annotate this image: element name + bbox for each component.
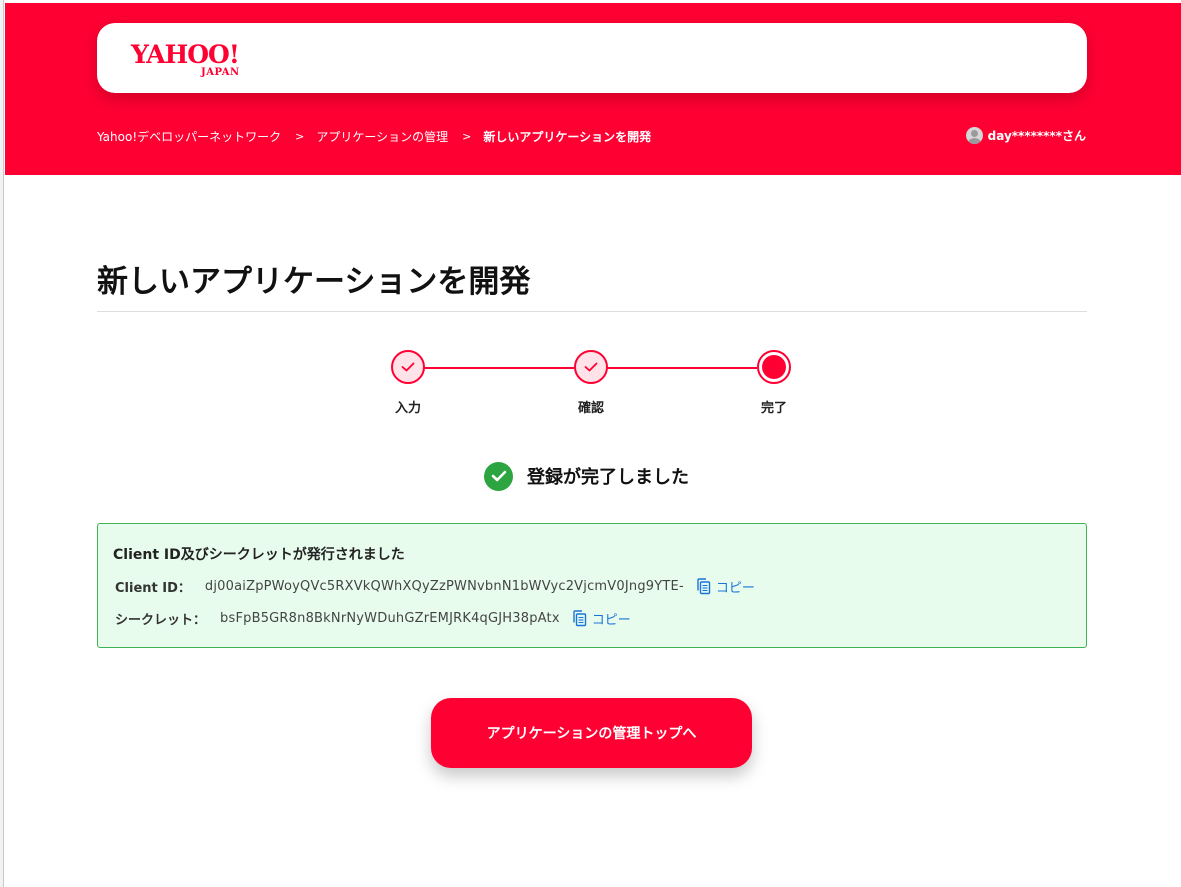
copy-icon (573, 609, 586, 626)
logo-card: YAHOO! JAPAN (97, 23, 1087, 93)
copy-icon (697, 577, 711, 594)
copy-secret-label: コピー (591, 612, 631, 628)
step-connector (607, 367, 757, 369)
breadcrumb-item-current: 新しいアプリケーションを開発 (483, 129, 652, 144)
logo-subtext: JAPAN (201, 67, 240, 78)
step-label-complete: 完了 (760, 401, 787, 416)
breadcrumb-item-app-management[interactable]: アプリケーションの管理 (316, 128, 448, 145)
user-name: day********さん (987, 128, 1086, 143)
breadcrumb: Yahoo!デベロッパーネットワーク > アプリケーションの管理 > 新しいアプ… (97, 126, 651, 146)
client-id-label: Client ID： (115, 580, 191, 596)
completion-message: 登録が完了しました (484, 461, 689, 491)
breadcrumb-separator-icon: > (295, 129, 305, 143)
client-id-value[interactable]: dj00aiZpPWoyQVc5RXVkQWhXQyZzPWNvbnN1bWVy… (205, 579, 684, 594)
secret-label: シークレット： (115, 612, 207, 628)
title-divider (97, 311, 1087, 312)
step-label-confirm: 確認 (577, 401, 604, 416)
logo-wordmark: YAHOO! (131, 40, 240, 69)
client-id-row: Client ID： dj00aiZpPWoyQVc5RXVkQWhXQyZzP… (115, 576, 755, 596)
step-complete-current-icon (757, 350, 791, 384)
step-confirm-check-icon (574, 350, 608, 384)
site-header: YAHOO! JAPAN Yahoo!デベロッパーネットワーク > アプリケーシ… (5, 3, 1181, 175)
user-avatar-icon (965, 126, 983, 144)
step-label-input: 入力 (394, 401, 421, 416)
window-left-edge (0, 0, 4, 887)
breadcrumb-separator-icon: > (462, 129, 472, 143)
user-menu[interactable]: day********さん (965, 125, 1086, 145)
credentials-panel: Client ID及びシークレットが発行されました Client ID： dj0… (97, 523, 1087, 648)
step-connector (424, 367, 574, 369)
page-title: 新しいアプリケーションを開発 (97, 264, 531, 300)
copy-secret-button[interactable]: コピー (572, 609, 631, 628)
secret-value[interactable]: bsFpB5GR8n8BkNrNyWDuhGZrEMJRK4qGJH38pAtx (220, 611, 560, 626)
back-to-app-management-button[interactable]: アプリケーションの管理トップへ (431, 698, 752, 768)
breadcrumb-item-developer-network[interactable]: Yahoo!デベロッパーネットワーク (97, 128, 281, 145)
success-check-icon (484, 461, 513, 491)
credentials-title: Client ID及びシークレットが発行されました (113, 547, 405, 563)
copy-client-id-button[interactable]: コピー (696, 577, 755, 596)
step-input-check-icon (391, 350, 425, 384)
secret-row: シークレット： bsFpB5GR8n8BkNrNyWDuhGZrEMJRK4qG… (115, 608, 631, 628)
completion-message-text: 登録が完了しました (527, 467, 689, 488)
copy-client-id-label: コピー (715, 580, 755, 596)
yahoo-japan-logo[interactable]: YAHOO! JAPAN (131, 41, 261, 81)
